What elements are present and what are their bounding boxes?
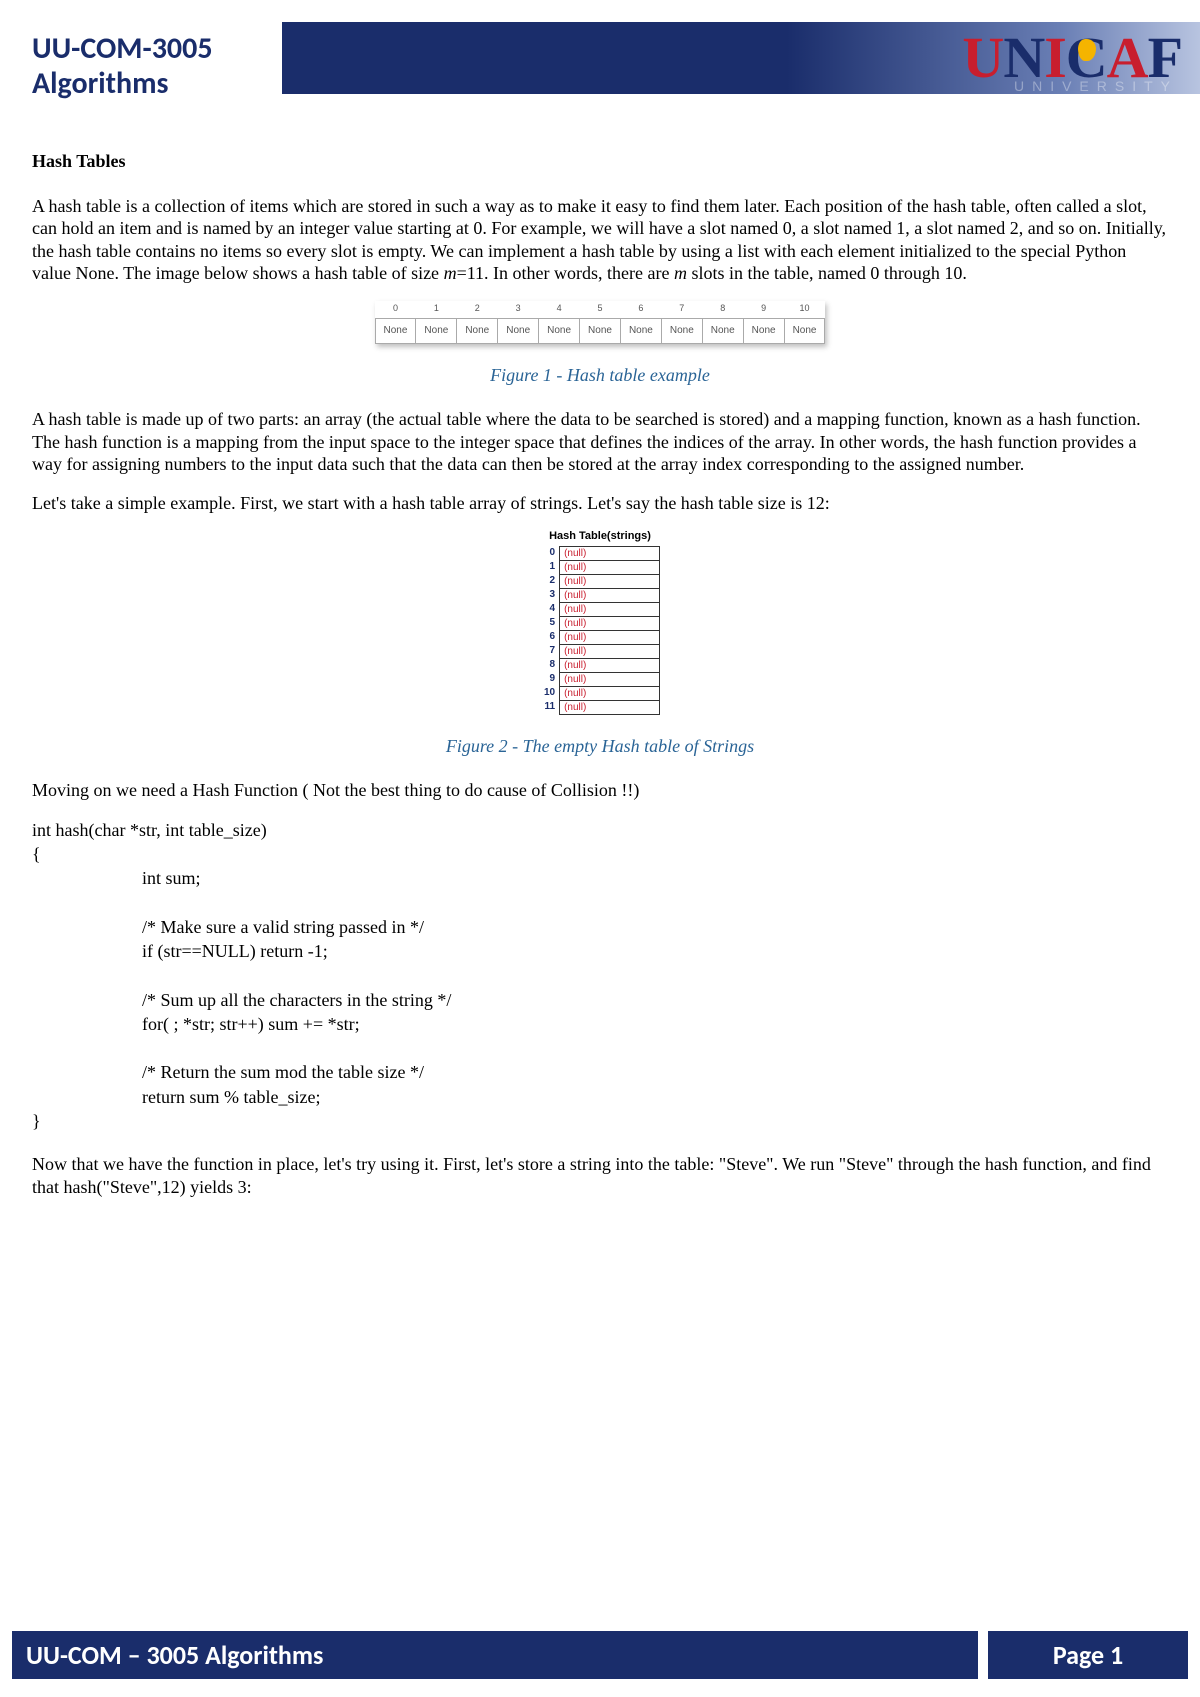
fig1-index: 4 [539,301,580,319]
fig1-index: 2 [457,301,498,319]
fig2-index: 6 [540,631,560,645]
footer: UU-COM – 3005 Algorithms Page 1 [0,1631,1200,1679]
paragraph-4: Moving on we need a Hash Function ( Not … [32,779,1168,802]
footer-left: UU-COM – 3005 Algorithms [12,1631,978,1679]
code-sig: int hash(char *str, int table_size) [32,820,267,840]
code-l4: /* Sum up all the characters in the stri… [32,988,1168,1012]
fig1-index: 5 [580,301,621,319]
figure-2-caption: Figure 2 - The empty Hash table of Strin… [32,735,1168,758]
fig2-index: 2 [540,575,560,589]
figure-1-table: 012345678910 NoneNoneNoneNoneNoneNoneNon… [375,301,826,345]
fig1-cell: None [539,318,580,344]
p1b: =11. In other words, there are [457,263,674,283]
fig1-index: 9 [743,301,784,319]
fig1-cell: None [620,318,661,344]
fig2-cell: (null) [560,603,660,617]
fig1-index: 1 [416,301,457,319]
section-heading: Hash Tables [32,150,1168,173]
fig1-cell: None [375,318,416,344]
fig2-cell: (null) [560,631,660,645]
fig2-cell: (null) [560,701,660,715]
fig2-index: 7 [540,645,560,659]
fig2-index: 1 [540,561,560,575]
fig2-cell: (null) [560,589,660,603]
course-name: Algorithms [32,67,213,102]
fig2-cell: (null) [560,645,660,659]
code-l5: for( ; *str; str++) sum += *str; [32,1012,1168,1036]
fig1-cell: None [661,318,702,344]
figure-1-caption: Figure 1 - Hash table example [32,364,1168,387]
logo-subtitle: UNIVERSITY [1014,80,1178,93]
fig2-cell: (null) [560,687,660,701]
figure-2: Hash Table(strings) 0(null)1(null)2(null… [32,530,1168,720]
page-content: Hash Tables A hash table is a collection… [32,150,1168,1214]
header-band: UNICAF UNIVERSITY [282,22,1200,94]
fig2-index: 4 [540,603,560,617]
fig1-cell: None [784,318,825,344]
fig1-index: 8 [702,301,743,319]
figure-2-title: Hash Table(strings) [32,530,1168,544]
paragraph-3: Let's take a simple example. First, we s… [32,492,1168,515]
p1m: m [444,263,457,283]
fig2-index: 3 [540,589,560,603]
paragraph-intro: A hash table is a collection of items wh… [32,195,1168,285]
code-l7: return sum % table_size; [32,1085,1168,1109]
code-l3: if (str==NULL) return -1; [32,939,1168,963]
code-block: int hash(char *str, int table_size) { in… [32,818,1168,1134]
fig2-cell: (null) [560,673,660,687]
fig1-index: 7 [661,301,702,319]
fig1-cell: None [498,318,539,344]
course-title: UU-COM-3005 Algorithms [32,32,213,101]
footer-right: Page 1 [988,1631,1188,1679]
code-l6: /* Return the sum mod the table size */ [32,1060,1168,1084]
fig1-index: 3 [498,301,539,319]
fig2-index: 10 [540,687,560,701]
fig2-cell: (null) [560,561,660,575]
fig2-cell: (null) [560,617,660,631]
fig1-cell: None [457,318,498,344]
paragraph-5: Now that we have the function in place, … [32,1153,1168,1198]
p1c: slots in the table, named 0 through 10. [687,263,967,283]
fig2-index: 0 [540,547,560,561]
code-open: { [32,844,41,864]
fig1-cell: None [702,318,743,344]
code-l2: /* Make sure a valid string passed in */ [32,915,1168,939]
fig2-cell: (null) [560,547,660,561]
fig1-index: 0 [375,301,416,319]
fig2-index: 9 [540,673,560,687]
fig2-cell: (null) [560,575,660,589]
fig2-index: 11 [540,701,560,715]
unicaf-logo: UNICAF UNIVERSITY [962,32,1182,84]
paragraph-2: A hash table is made up of two parts: an… [32,408,1168,476]
fig1-index: 6 [620,301,661,319]
fig1-cell: None [743,318,784,344]
fig2-index: 8 [540,659,560,673]
fig2-cell: (null) [560,659,660,673]
figure-1: 012345678910 NoneNoneNoneNoneNoneNoneNon… [32,301,1168,350]
fig2-index: 5 [540,617,560,631]
p1m2: m [674,263,687,283]
fig1-index: 10 [784,301,825,319]
figure-2-table: 0(null)1(null)2(null)3(null)4(null)5(nul… [540,546,660,715]
code-l1: int sum; [32,866,1168,890]
code-close: } [32,1111,41,1131]
fig1-cell: None [416,318,457,344]
africa-icon [1078,39,1096,61]
course-code: UU-COM-3005 [32,32,213,67]
fig1-cell: None [580,318,621,344]
